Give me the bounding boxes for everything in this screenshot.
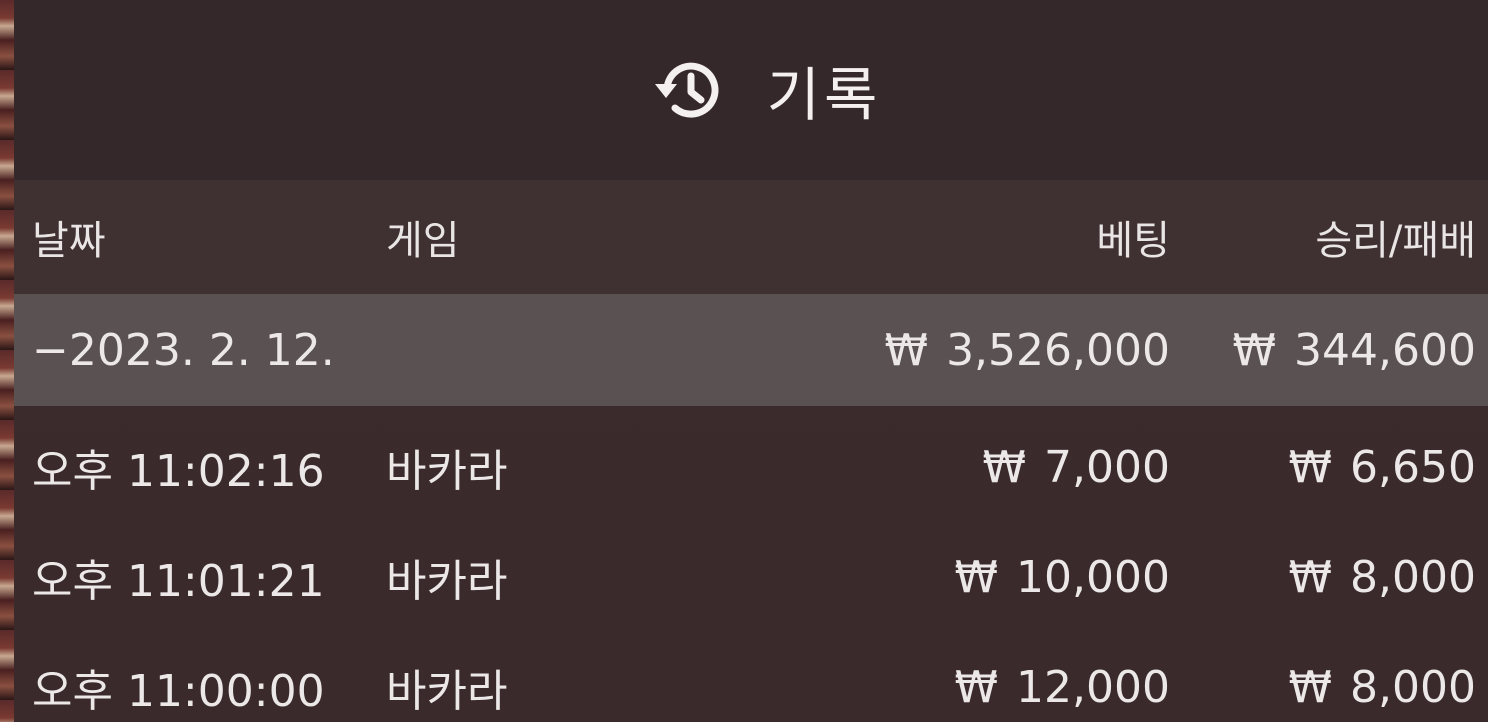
group-result-total: ₩ 344,600 [1233,294,1476,406]
group-date: −2023. 2. 12. [32,324,335,376]
history-icon [653,54,725,126]
won-currency-sign: ₩ [884,324,929,376]
row-result: ₩ 6,650 [1289,412,1476,522]
date-group-row[interactable]: −2023. 2. 12. ₩ 3,526,000 ₩ 344,600 [14,294,1488,406]
row-game: 바카라 [386,666,508,717]
won-currency-sign: ₩ [982,441,1027,493]
result-amount: 8,000 [1350,551,1476,603]
bet-amount: 3,526,000 [946,324,1170,376]
row-game: 바카라 [386,446,508,497]
row-time: 오후 11:00:00 [32,666,325,717]
row-time: 오후 11:02:16 [32,446,325,497]
panel-header: 기록 [14,0,1488,180]
bet-amount: 12,000 [1016,661,1170,713]
row-bet: ₩ 10,000 [955,522,1170,632]
row-result: ₩ 8,000 [1289,522,1476,632]
column-header-bet: 베팅 [1096,218,1170,264]
row-bet: ₩ 7,000 [983,412,1170,522]
row-bet: ₩ 12,000 [955,632,1170,722]
table-header: 날짜 게임 베팅 승리/패배 [14,180,1488,294]
table-row[interactable]: 오후 11:01:21 바카라 ₩ 10,000 ₩ 8,000 [14,522,1488,632]
page-title: 기록 [766,61,882,129]
won-currency-sign: ₩ [954,551,999,603]
table-row[interactable]: 오후 11:02:16 바카라 ₩ 7,000 ₩ 6,650 [14,412,1488,522]
header-title-group: 기록 [653,48,882,132]
won-currency-sign: ₩ [1288,441,1333,493]
row-result: ₩ 8,000 [1289,632,1476,722]
column-header-date: 날짜 [32,218,106,264]
won-currency-sign: ₩ [954,661,999,713]
background-edge [0,0,14,722]
won-currency-sign: ₩ [1288,551,1333,603]
column-header-game: 게임 [386,218,460,264]
group-bet-total: ₩ 3,526,000 [885,294,1170,406]
column-header-result: 승리/패배 [1315,218,1476,264]
history-panel: 기록 날짜 게임 베팅 승리/패배 −2023. 2. 12. ₩ 3,526,… [14,0,1488,722]
result-amount: 8,000 [1350,661,1476,713]
row-time: 오후 11:01:21 [32,556,325,607]
result-amount: 6,650 [1350,441,1476,493]
won-currency-sign: ₩ [1288,661,1333,713]
bet-amount: 7,000 [1044,441,1170,493]
row-game: 바카라 [386,556,508,607]
table-row[interactable]: 오후 11:00:00 바카라 ₩ 12,000 ₩ 8,000 [14,632,1488,722]
result-amount: 344,600 [1294,324,1476,376]
won-currency-sign: ₩ [1232,324,1277,376]
bet-amount: 10,000 [1016,551,1170,603]
